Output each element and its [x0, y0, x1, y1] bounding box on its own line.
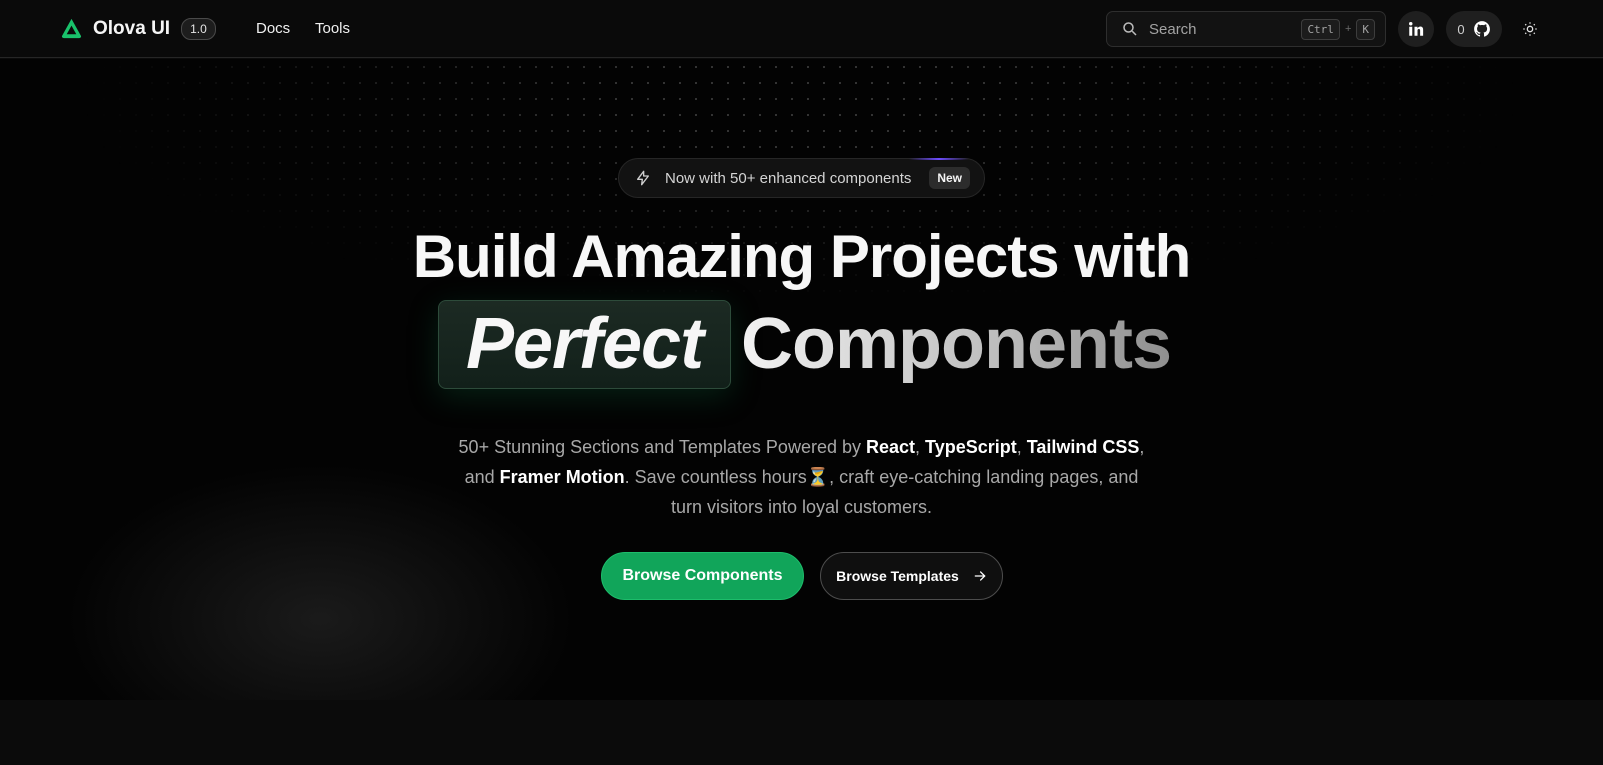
- sun-icon: [1523, 22, 1537, 36]
- arrow-right-icon: [974, 571, 986, 581]
- shortcut-key-ctrl: Ctrl: [1301, 18, 1340, 40]
- linkedin-icon: [1409, 22, 1424, 36]
- subtext-typescript: TypeScript: [925, 437, 1017, 457]
- highlight-box: Perfect: [438, 299, 731, 389]
- shortcut-plus: +: [1344, 23, 1352, 35]
- browse-templates-label: Browse Templates: [836, 568, 959, 584]
- subtext-react: React: [865, 437, 916, 457]
- browse-templates-button[interactable]: Browse Templates: [820, 552, 1003, 600]
- announcement-text: Now with 50+ enhanced components: [665, 169, 912, 187]
- headline-line-1: Build Amazing Projects with: [412, 223, 1192, 290]
- logo-icon: [61, 18, 82, 39]
- page: Olova UI 1.0 Docs Tools Search Ctrl + K …: [0, 0, 1603, 765]
- search-input[interactable]: Search Ctrl + K: [1106, 11, 1386, 47]
- browse-components-button[interactable]: Browse Components: [601, 552, 804, 600]
- subtext-part: 50+ Stunning Sections and Templates Powe…: [458, 437, 866, 457]
- github-button[interactable]: 0: [1446, 11, 1502, 47]
- logo-text: Olova UI: [93, 17, 171, 39]
- github-icon: [1473, 21, 1490, 37]
- shortcut-key-k: K: [1356, 18, 1375, 40]
- logo[interactable]: Olova UI 1.0: [60, 17, 216, 40]
- headline-rest: Components: [741, 304, 1172, 384]
- new-badge: New: [929, 167, 970, 189]
- bolt-icon: [637, 170, 649, 186]
- announcement-pill[interactable]: Now with 50+ enhanced components New: [618, 158, 985, 198]
- nav-tools[interactable]: Tools: [315, 20, 350, 37]
- headline-highlight: Perfect: [465, 304, 704, 384]
- page-bottom-area: [0, 700, 1603, 765]
- subtext-tailwind: Tailwind CSS: [1026, 437, 1140, 457]
- subtext-part: . Save countless hours⏳, craft eye-catch…: [624, 467, 1139, 517]
- headline-line-2: Perfect Components: [438, 299, 1172, 389]
- github-star-count: 0: [1457, 21, 1465, 37]
- site-header: Olova UI 1.0 Docs Tools Search Ctrl + K …: [0, 0, 1603, 58]
- version-badge: 1.0: [181, 17, 216, 40]
- search-placeholder: Search: [1149, 20, 1197, 38]
- nav-docs[interactable]: Docs: [256, 20, 290, 37]
- subtext-framer: Framer Motion: [499, 467, 625, 487]
- linkedin-button[interactable]: [1398, 11, 1434, 47]
- subtext-comma: ,: [915, 437, 926, 457]
- subtext-comma: ,: [1016, 437, 1027, 457]
- theme-toggle-button[interactable]: [1518, 17, 1542, 41]
- hero-subtext: 50+ Stunning Sections and Templates Powe…: [455, 432, 1148, 522]
- search-icon: [1123, 22, 1137, 36]
